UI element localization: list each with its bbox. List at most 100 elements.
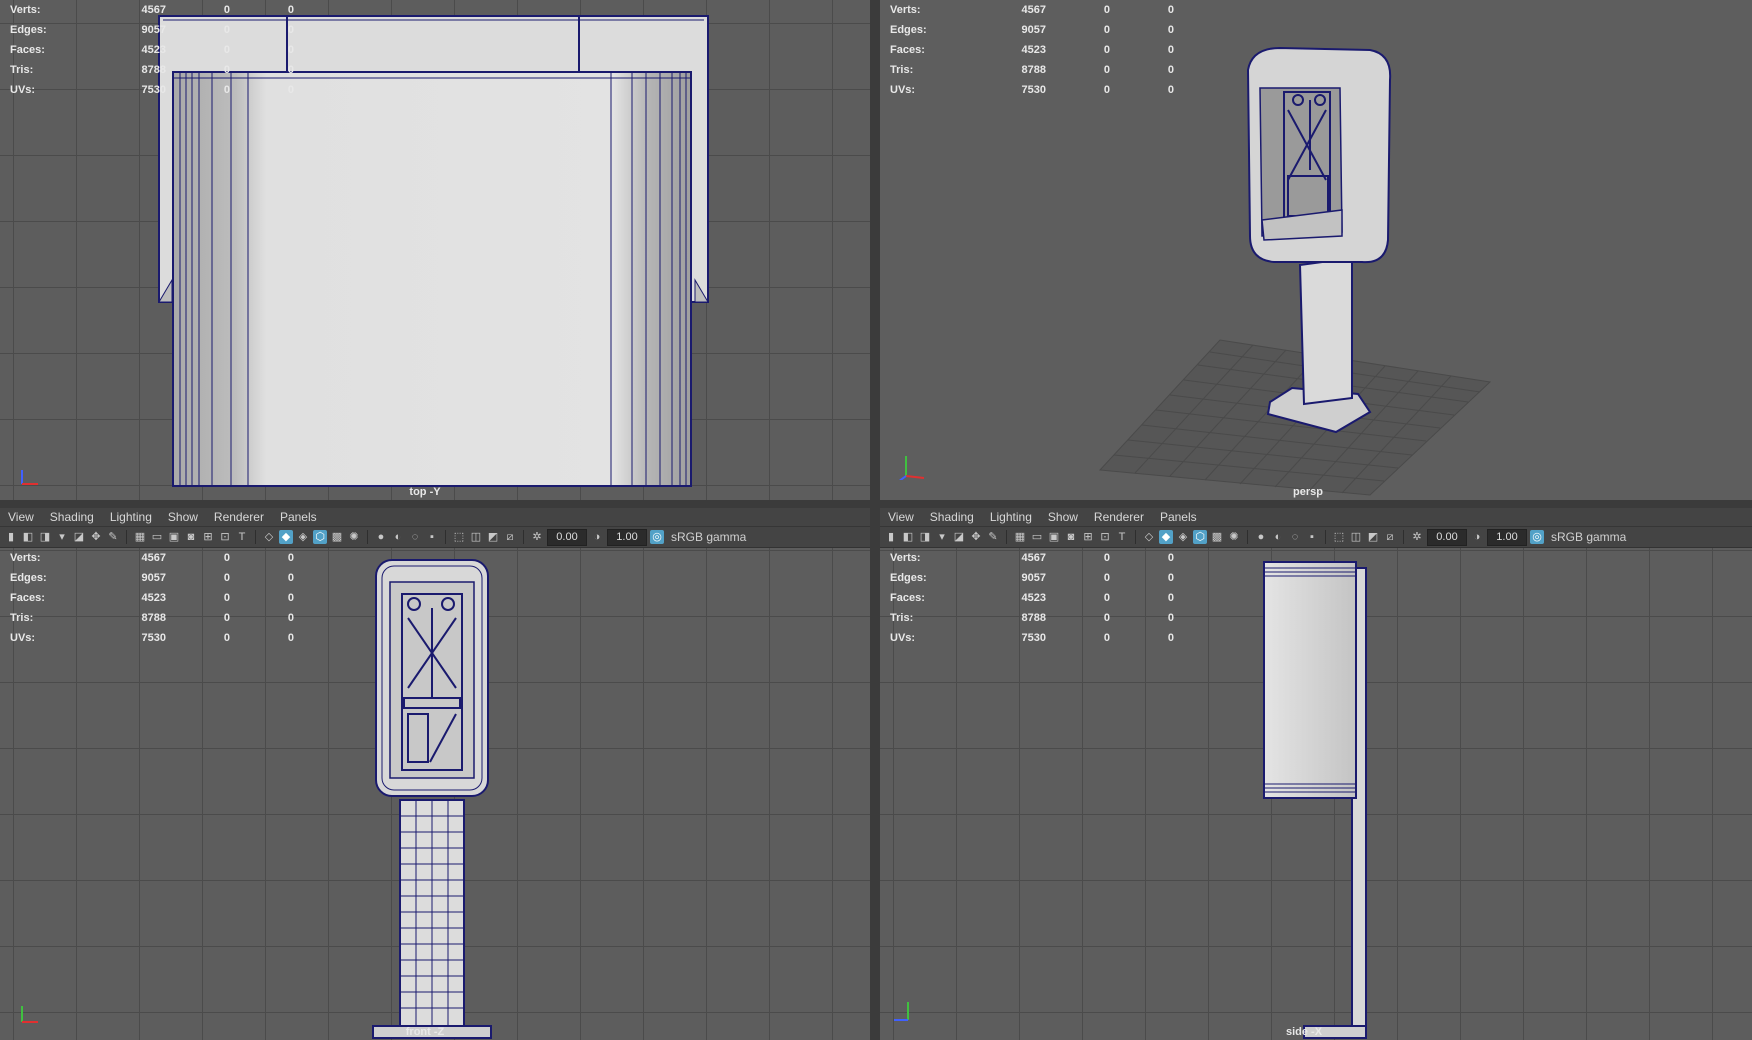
menu-show[interactable]: Show: [1040, 508, 1086, 526]
isolate-select-icon[interactable]: ⬚: [1332, 530, 1346, 544]
exposure-field[interactable]: 0.00: [547, 528, 587, 546]
motion-blur-icon[interactable]: ◌: [1288, 530, 1302, 544]
anti-alias-icon[interactable]: ▪: [425, 530, 439, 544]
camera-attr-icon[interactable]: ◨: [38, 530, 52, 544]
camera-icon[interactable]: ◧: [901, 530, 915, 544]
resolution-gate-icon[interactable]: ▣: [167, 530, 181, 544]
color-space-label[interactable]: sRGB gamma: [671, 530, 746, 544]
image-plane-icon[interactable]: ◪: [952, 530, 966, 544]
gamma-field[interactable]: 1.00: [607, 528, 647, 546]
grid-icon[interactable]: ▦: [1013, 530, 1027, 544]
use-lights-icon[interactable]: ✺: [347, 530, 361, 544]
2d-pan-icon[interactable]: ✥: [89, 530, 103, 544]
exposure-icon[interactable]: ✲: [1410, 530, 1424, 544]
menu-panels[interactable]: Panels: [272, 508, 325, 526]
exposure-field[interactable]: 0.00: [1427, 528, 1467, 546]
stat-row-faces: Faces: 4523 0 0: [890, 592, 1174, 604]
pane-divider-horizontal[interactable]: [0, 500, 1752, 508]
stat-row-edges: Edges: 9057 0 0: [890, 24, 1174, 36]
pane-divider-vertical[interactable]: [870, 0, 880, 1040]
color-management-icon[interactable]: ◎: [1530, 530, 1544, 544]
viewport-top[interactable]: Verts: 4567 0 0 Edges: 9057 0 0 Faces: 4523 0 0 T…: [0, 0, 870, 500]
backface-culling-icon[interactable]: ⧄: [503, 530, 517, 544]
select-camera-icon[interactable]: ▮: [884, 530, 898, 544]
ambient-occlusion-icon[interactable]: ◐: [1271, 530, 1285, 544]
gate-mask-icon[interactable]: ◙: [1064, 530, 1078, 544]
panel-toolbar: ▮ ◧ ◨ ▾ ◪ ✥ ✎ ▦ ▭ ▣ ◙ ⊞ ⊡ T ◇ ◆ ◈ ⬡ ▩ ✺ …: [0, 527, 870, 548]
textured-icon[interactable]: ▩: [1210, 530, 1224, 544]
viewport-side[interactable]: Verts: 4567 0 0 Edges: 9057 0 0 Faces: 4523 0 0 T…: [880, 548, 1752, 1040]
menu-show[interactable]: Show: [160, 508, 206, 526]
gamma-field[interactable]: 1.00: [1487, 528, 1527, 546]
camera-label: top -Y: [409, 486, 441, 498]
bookmark-icon[interactable]: ▾: [935, 530, 949, 544]
safe-title-icon[interactable]: T: [1115, 530, 1129, 544]
shadows-icon[interactable]: ●: [374, 530, 388, 544]
color-space-label[interactable]: sRGB gamma: [1551, 530, 1626, 544]
wireframe-on-shaded-icon[interactable]: ⬡: [1193, 530, 1207, 544]
isolate-select-icon[interactable]: ⬚: [452, 530, 466, 544]
axis-gizmo-icon: [894, 1002, 909, 1021]
viewport-persp[interactable]: Verts: 4567 0 0 Edges: 9057 0 0 Faces: 4523 0 0 T…: [880, 0, 1752, 500]
safe-action-icon[interactable]: ⊡: [218, 530, 232, 544]
image-plane-icon[interactable]: ◪: [72, 530, 86, 544]
camera-attr-icon[interactable]: ◨: [918, 530, 932, 544]
field-chart-icon[interactable]: ⊞: [1081, 530, 1095, 544]
resolution-gate-icon[interactable]: ▣: [1047, 530, 1061, 544]
menu-lighting[interactable]: Lighting: [102, 508, 160, 526]
grease-pencil-icon[interactable]: ✎: [986, 530, 1000, 544]
motion-blur-icon[interactable]: ◌: [408, 530, 422, 544]
exposure-icon[interactable]: ✲: [530, 530, 544, 544]
menu-view[interactable]: View: [880, 508, 922, 526]
panel-front: View Shading Lighting Show Renderer Pane…: [0, 508, 870, 1040]
menu-lighting[interactable]: Lighting: [982, 508, 1040, 526]
backface-culling-icon[interactable]: ⧄: [1383, 530, 1397, 544]
select-camera-icon[interactable]: ▮: [4, 530, 18, 544]
menu-panels[interactable]: Panels: [1152, 508, 1205, 526]
textured-icon[interactable]: ▩: [330, 530, 344, 544]
xray-joints-icon[interactable]: ◩: [486, 530, 500, 544]
toolbar-separator: [1247, 530, 1248, 544]
film-gate-icon[interactable]: ▭: [150, 530, 164, 544]
default-material-icon[interactable]: ◈: [1176, 530, 1190, 544]
2d-pan-icon[interactable]: ✥: [969, 530, 983, 544]
wireframe-on-shaded-icon[interactable]: ⬡: [313, 530, 327, 544]
wireframe-icon[interactable]: ◇: [1142, 530, 1156, 544]
gamma-icon[interactable]: ◑: [1470, 530, 1484, 544]
menu-shading[interactable]: Shading: [922, 508, 982, 526]
xray-icon[interactable]: ◫: [1349, 530, 1363, 544]
toolbar-separator: [255, 530, 256, 544]
menu-view[interactable]: View: [0, 508, 42, 526]
toolbar-separator: [1006, 530, 1007, 544]
grease-pencil-icon[interactable]: ✎: [106, 530, 120, 544]
xray-joints-icon[interactable]: ◩: [1366, 530, 1380, 544]
smooth-shade-icon[interactable]: ◆: [279, 530, 293, 544]
menu-shading[interactable]: Shading: [42, 508, 102, 526]
bookmark-icon[interactable]: ▾: [55, 530, 69, 544]
ambient-occlusion-icon[interactable]: ◐: [391, 530, 405, 544]
stat-row-edges: Edges: 9057 0 0: [890, 572, 1174, 584]
stat-row-verts: Verts: 4567 0 0: [10, 4, 294, 16]
safe-action-icon[interactable]: ⊡: [1098, 530, 1112, 544]
anti-alias-icon[interactable]: ▪: [1305, 530, 1319, 544]
stat-row-verts: Verts: 4567 0 0: [890, 552, 1174, 564]
camera-icon[interactable]: ◧: [21, 530, 35, 544]
toolbar-separator: [1403, 530, 1404, 544]
menu-renderer[interactable]: Renderer: [206, 508, 272, 526]
grid-icon[interactable]: ▦: [133, 530, 147, 544]
color-management-icon[interactable]: ◎: [650, 530, 664, 544]
default-material-icon[interactable]: ◈: [296, 530, 310, 544]
film-gate-icon[interactable]: ▭: [1030, 530, 1044, 544]
poly-count-hud: Verts: 4567 0 0 Edges: 9057 0 0 Faces: 4523 0 0 T…: [890, 0, 1174, 100]
shadows-icon[interactable]: ●: [1254, 530, 1268, 544]
viewport-front[interactable]: Verts: 4567 0 0 Edges: 9057 0 0 Faces: 4523 0 0 T…: [0, 548, 870, 1040]
gate-mask-icon[interactable]: ◙: [184, 530, 198, 544]
xray-icon[interactable]: ◫: [469, 530, 483, 544]
safe-title-icon[interactable]: T: [235, 530, 249, 544]
use-lights-icon[interactable]: ✺: [1227, 530, 1241, 544]
wireframe-icon[interactable]: ◇: [262, 530, 276, 544]
smooth-shade-icon[interactable]: ◆: [1159, 530, 1173, 544]
field-chart-icon[interactable]: ⊞: [201, 530, 215, 544]
gamma-icon[interactable]: ◑: [590, 530, 604, 544]
menu-renderer[interactable]: Renderer: [1086, 508, 1152, 526]
